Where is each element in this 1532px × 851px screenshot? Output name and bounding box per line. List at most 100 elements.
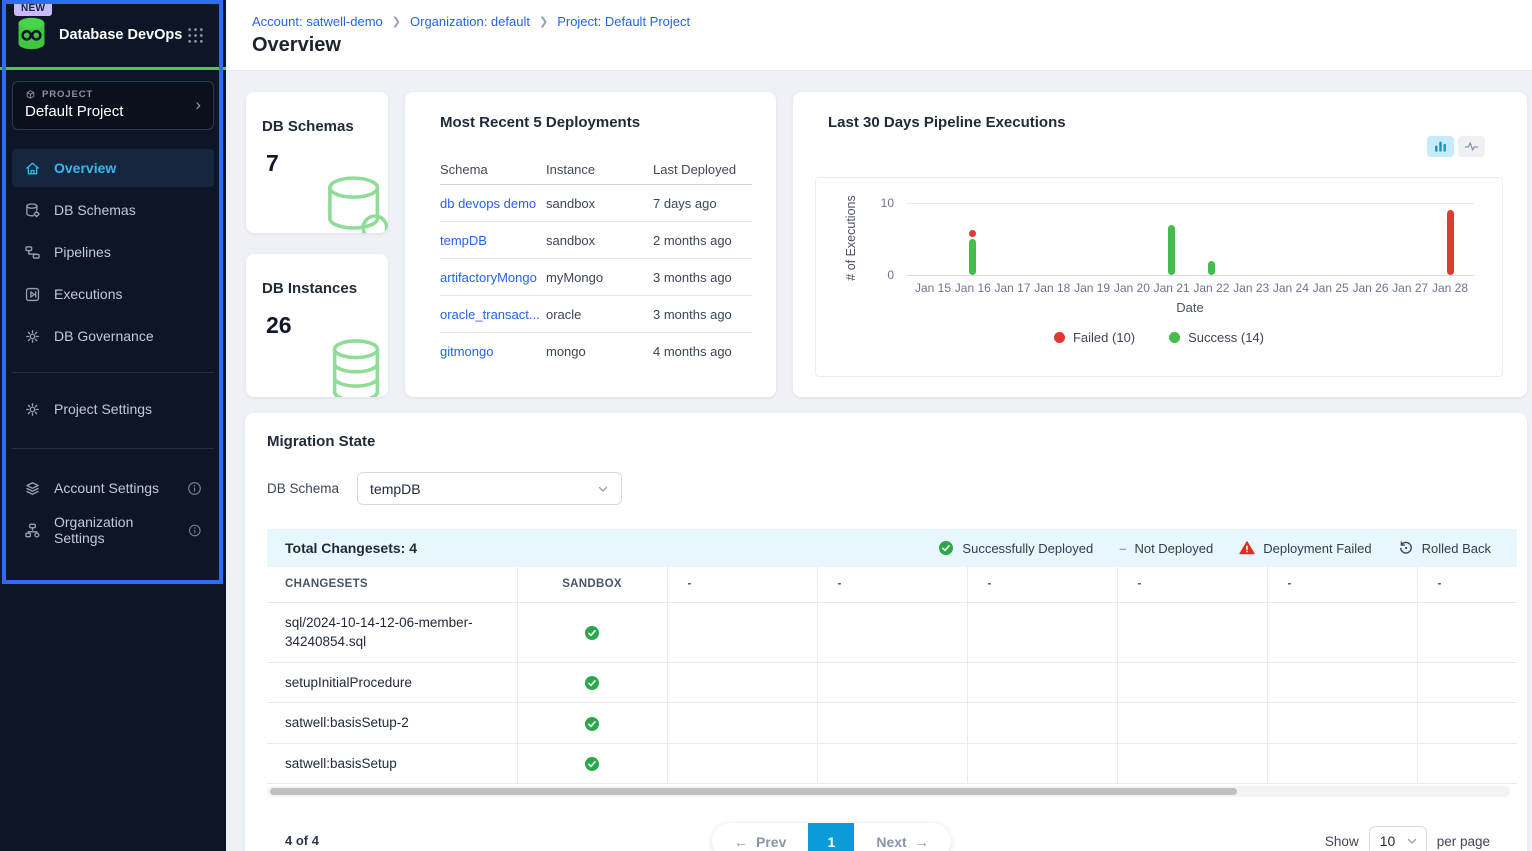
- table-row: oracle_transact... oracle 3 months ago: [440, 296, 752, 333]
- changeset-name: sql/2024-10-14-12-06-member-34240854.sql: [267, 602, 517, 662]
- arrow-right-icon: →: [915, 834, 929, 850]
- sidebar-item-pipelines[interactable]: Pipelines: [12, 233, 214, 271]
- row-count: 4 of 4: [285, 833, 319, 848]
- check-circle-icon: [584, 625, 600, 641]
- bar-chart-toggle-icon[interactable]: [1427, 136, 1454, 157]
- project-selector[interactable]: PROJECT Default Project ›: [12, 81, 214, 130]
- gear-icon: [24, 401, 41, 418]
- empty-cell: [1267, 743, 1417, 784]
- next-page-button[interactable]: Next →: [854, 823, 950, 851]
- empty-cell: [667, 703, 817, 744]
- check-circle-icon: [584, 675, 600, 691]
- current-page-button[interactable]: 1: [808, 823, 854, 851]
- sidebar-nav-project: Project Settings: [0, 390, 226, 428]
- last-deployed-cell: 3 months ago: [653, 307, 752, 322]
- page-size-select[interactable]: 10: [1369, 826, 1427, 851]
- table-row: sql/2024-10-14-12-06-member-34240854.sql: [267, 602, 1517, 662]
- empty-cell: [967, 743, 1117, 784]
- deployments-column-header: Last Deployed: [653, 162, 752, 177]
- empty-cell: [967, 602, 1117, 662]
- main-content: DB Schemas 7 DB Instances 26: [226, 71, 1532, 851]
- instance-cell: mongo: [546, 344, 653, 359]
- sidebar-item-project-settings[interactable]: Project Settings: [12, 390, 214, 428]
- empty-cell: [817, 602, 967, 662]
- sidebar-item-label: Organization Settings: [54, 514, 175, 546]
- schema-link[interactable]: tempDB: [440, 233, 546, 248]
- instance-cell: oracle: [546, 307, 653, 322]
- empty-cell: [667, 662, 817, 703]
- pipelines-icon: [24, 244, 41, 261]
- status-legend: Successfully Deployed – Not Deployed Dep…: [938, 540, 1491, 556]
- page-title: Overview: [252, 34, 341, 57]
- changesets-summary-band: Total Changesets: 4 Successfully Deploye…: [267, 529, 1517, 567]
- info-icon[interactable]: [187, 481, 202, 496]
- changeset-name: satwell:basisSetup: [267, 743, 517, 784]
- breadcrumb-link[interactable]: Project: Default Project: [557, 14, 690, 29]
- changesets-header-row: CHANGESETSSANDBOX------: [267, 567, 1517, 602]
- db-schema-select[interactable]: tempDB: [357, 472, 622, 505]
- sidebar-item-overview[interactable]: Overview: [12, 149, 214, 187]
- deployments-column-header: Instance: [546, 162, 653, 177]
- horizontal-scrollbar[interactable]: [267, 786, 1510, 797]
- gridline: [906, 203, 1474, 204]
- sidebar-item-organization-settings[interactable]: Organization Settings: [12, 511, 214, 549]
- success-bar: [1208, 261, 1215, 275]
- deployments-column-header: Schema: [440, 162, 546, 177]
- schema-link[interactable]: artifactoryMongo: [440, 270, 546, 285]
- prev-page-button[interactable]: ← Prev: [712, 823, 808, 851]
- migration-state-title: Migration State: [267, 433, 1527, 450]
- db-schema-label: DB Schema: [267, 481, 339, 496]
- sidebar-header: NEW Database DevOps: [0, 0, 226, 67]
- last-deployed-cell: 2 months ago: [653, 233, 752, 248]
- sidebar-nav-account: Account Settings Organization Settings: [0, 469, 226, 549]
- scrollbar-thumb[interactable]: [270, 788, 1237, 795]
- info-icon[interactable]: [188, 523, 202, 538]
- sidebar: NEW Database DevOps: [0, 0, 226, 851]
- instance-cell: myMongo: [546, 270, 653, 285]
- check-circle-icon: [938, 540, 954, 556]
- sidebar-item-label: Account Settings: [54, 480, 159, 496]
- total-changesets: Total Changesets: 4: [285, 540, 417, 556]
- db-schema-selected-value: tempDB: [370, 481, 421, 497]
- line-chart-toggle-icon[interactable]: [1458, 136, 1485, 157]
- schema-link[interactable]: db devops demo: [440, 196, 546, 211]
- sidebar-item-executions[interactable]: Executions: [12, 275, 214, 313]
- db-instances-title: DB Instances: [262, 280, 388, 297]
- chevron-down-icon: [1406, 835, 1418, 847]
- pagination: ← Prev 1 Next →: [712, 823, 951, 851]
- empty-cell: [1117, 703, 1267, 744]
- db-instances-card: DB Instances 26: [246, 254, 388, 397]
- app-switcher-icon[interactable]: [187, 27, 204, 44]
- changesets-column-header: -: [1417, 567, 1517, 602]
- last-deployed-cell: 7 days ago: [653, 196, 752, 211]
- chevron-right-icon: ›: [195, 95, 201, 115]
- sidebar-divider: [12, 372, 214, 373]
- legend-item: Failed (10): [1054, 330, 1135, 345]
- failed-bar: [1447, 210, 1454, 275]
- project-label: PROJECT: [42, 89, 93, 100]
- table-row: db devops demo sandbox 7 days ago: [440, 185, 752, 222]
- schema-link[interactable]: gitmongo: [440, 344, 546, 359]
- sidebar-item-db-schemas[interactable]: DB Schemas: [12, 191, 214, 229]
- breadcrumb-link[interactable]: Organization: default: [410, 14, 530, 29]
- instance-cell: sandbox: [546, 233, 653, 248]
- sidebar-accent-divider: [0, 67, 226, 70]
- empty-cell: [1117, 662, 1267, 703]
- status-legend-item: – Not Deployed: [1119, 541, 1213, 556]
- table-row: setupInitialProcedure: [267, 662, 1517, 703]
- schema-link[interactable]: oracle_transact...: [440, 307, 546, 322]
- breadcrumb-link[interactable]: Account: satwell-demo: [252, 14, 383, 29]
- sidebar-item-db-governance[interactable]: DB Governance: [12, 317, 214, 355]
- success-bar: [969, 239, 976, 275]
- sidebar-item-account-settings[interactable]: Account Settings: [12, 469, 214, 507]
- table-row: tempDB sandbox 2 months ago: [440, 222, 752, 259]
- empty-cell: [1267, 703, 1417, 744]
- empty-cell: [1117, 743, 1267, 784]
- page-size-group: Show 10 per page: [1325, 826, 1490, 851]
- sidebar-divider: [12, 448, 214, 449]
- app-logo-icon: [13, 15, 50, 52]
- db-schemas-icon: [24, 202, 41, 219]
- chart-legend: Failed (10) Success (14): [816, 330, 1502, 345]
- pipeline-executions-card: Last 30 Days Pipeline Executions # of E: [793, 92, 1527, 397]
- project-name: Default Project: [25, 103, 201, 120]
